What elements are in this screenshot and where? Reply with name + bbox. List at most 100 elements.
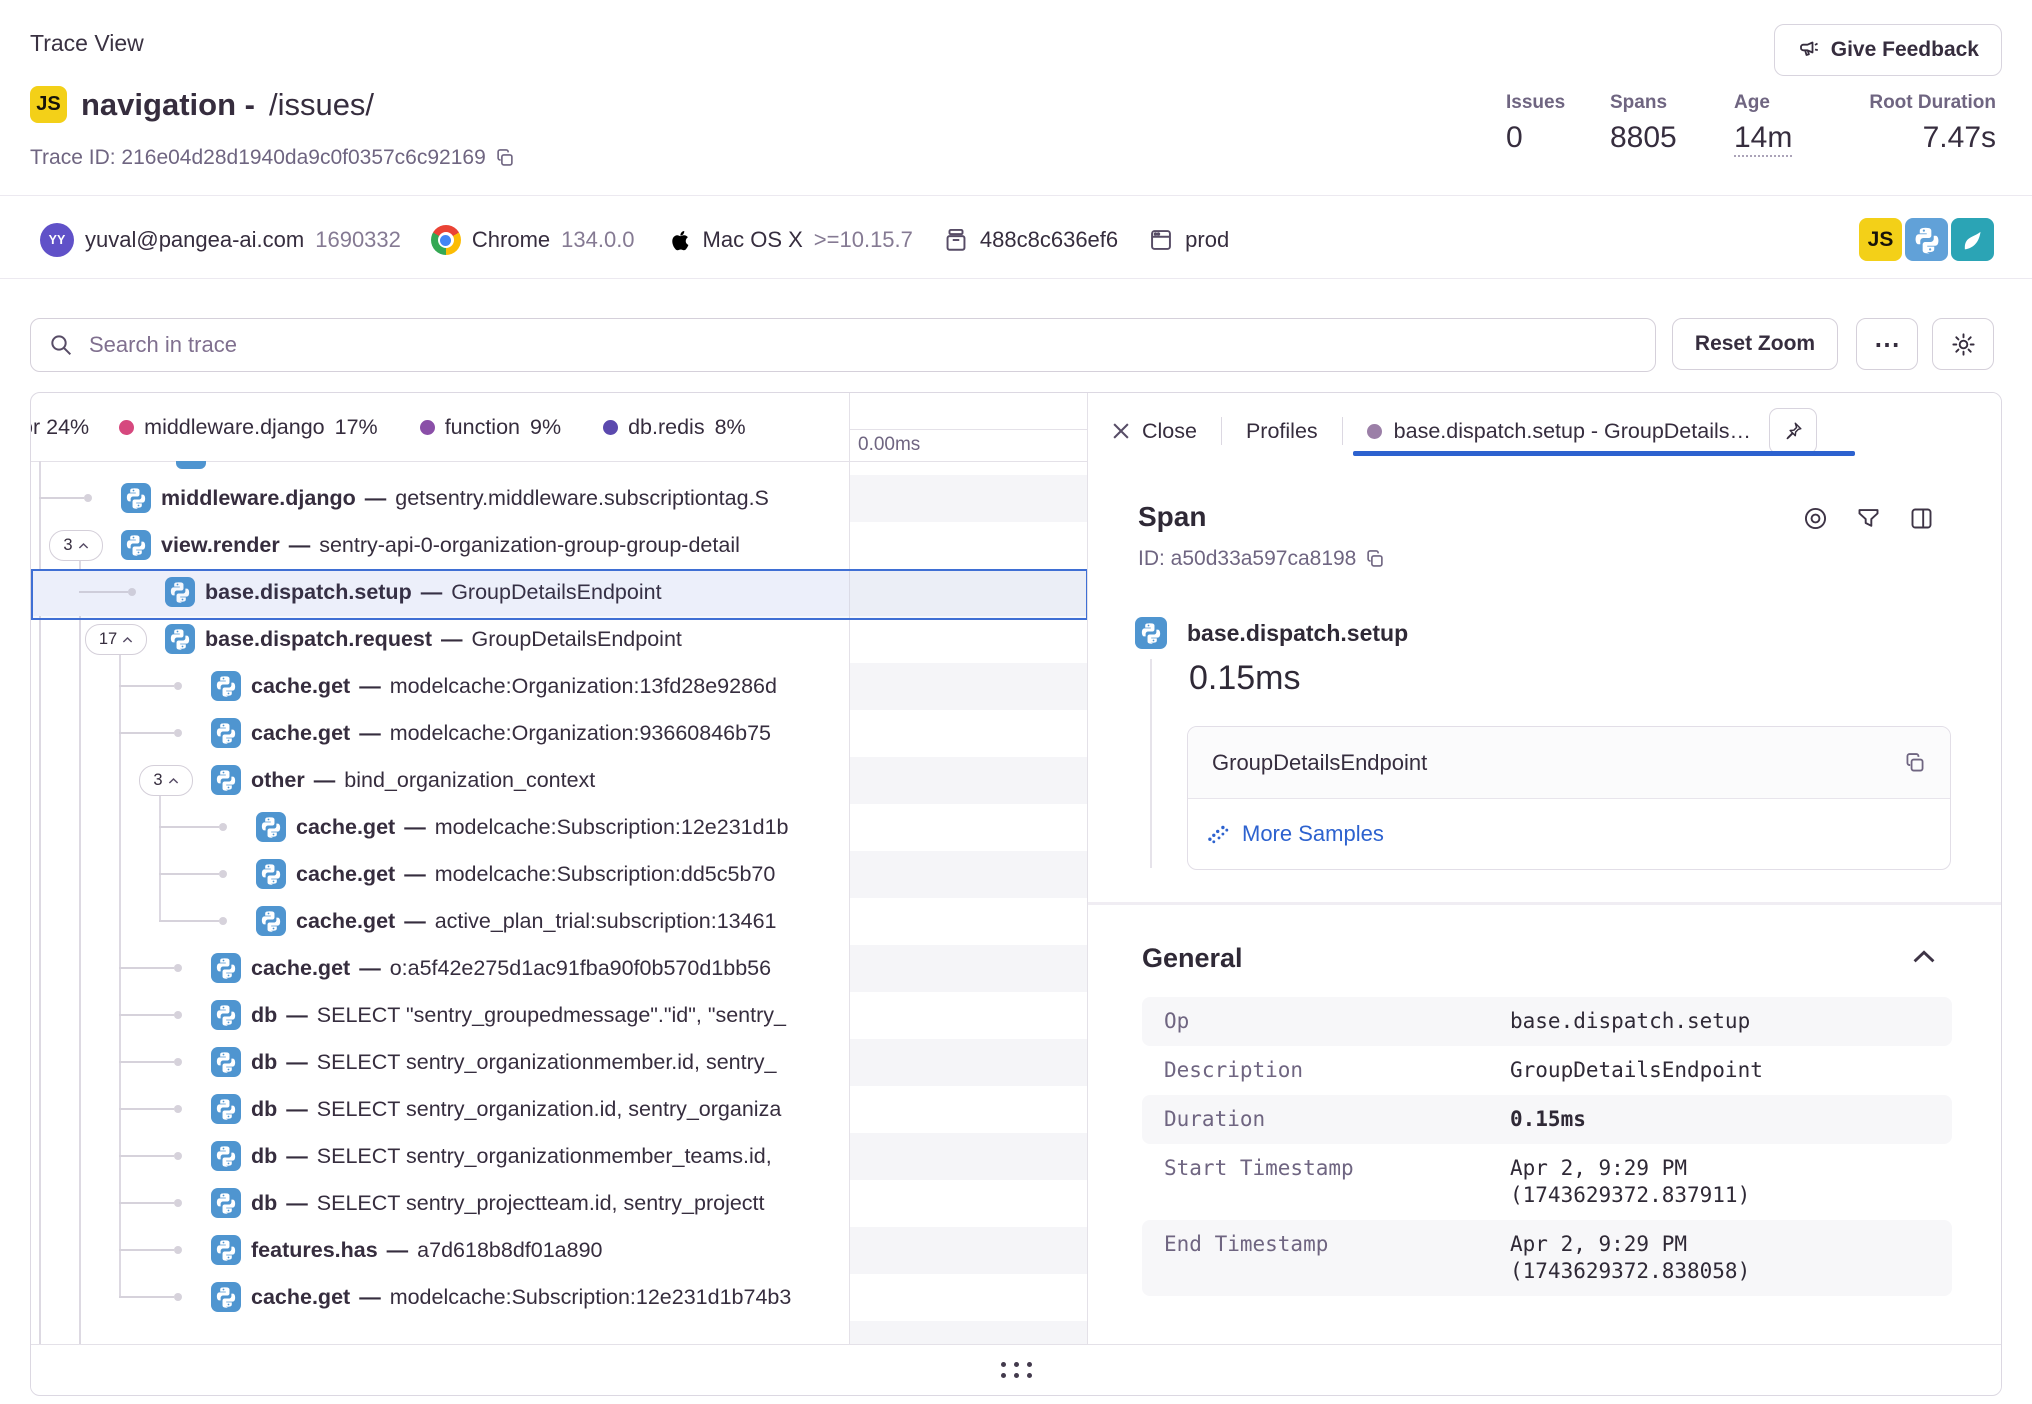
python-icon: [211, 1235, 241, 1265]
device-icon: [943, 227, 969, 253]
span-label: cache.get—modelcache:Organization:13fd28…: [251, 663, 849, 710]
span-detail-panel: Close Profiles base.dispatch.setup - Gro…: [1087, 393, 2002, 1344]
tree-connector-dot: [174, 1293, 182, 1301]
tree-connector-dot: [174, 1105, 182, 1113]
give-feedback-button[interactable]: Give Feedback: [1774, 24, 2002, 76]
trace-view-page: Trace View Give Feedback JS navigation -…: [0, 0, 2032, 1404]
table-value: base.dispatch.setup: [1510, 1008, 1930, 1035]
pin-tab-button[interactable]: [1769, 408, 1817, 454]
browser-name: Chrome: [472, 227, 550, 253]
more-options-button[interactable]: ⋯: [1856, 318, 1918, 370]
tree-row[interactable]: features.has—a7d618b8df01a890: [31, 1227, 849, 1274]
tree-row[interactable]: db—SELECT sentry_organizationmember_team…: [31, 1133, 849, 1180]
general-table-row: Duration0.15ms: [1142, 1095, 1952, 1144]
tree-connector-dot: [174, 1152, 182, 1160]
time-axis-label: 0.00ms: [858, 434, 920, 456]
settings-button[interactable]: [1932, 318, 1994, 370]
python-icon: [211, 718, 241, 748]
tree-connector: [39, 497, 84, 499]
tree-row[interactable]: middleware.django—getsentry.middleware.s…: [31, 475, 849, 522]
copy-icon[interactable]: [1904, 752, 1926, 774]
tree-connector-dot: [128, 588, 136, 596]
tree-row[interactable]: db—SELECT sentry_organizationmember.id, …: [31, 1039, 849, 1086]
table-value: GroupDetailsEndpoint: [1510, 1057, 1930, 1084]
tree-connector: [119, 1296, 174, 1298]
tab-active-span[interactable]: base.dispatch.setup - GroupDetails…: [1367, 419, 1751, 444]
python-icon: [256, 859, 286, 889]
tree-connector-dot: [219, 823, 227, 831]
tree-row[interactable]: 17base.dispatch.request—GroupDetailsEndp…: [31, 616, 849, 663]
python-icon: [211, 765, 241, 795]
tree-row[interactable]: 3 other—bind_organization_context: [31, 757, 849, 804]
focus-icon[interactable]: [1802, 505, 1829, 532]
search-bar: [30, 318, 1656, 372]
tree-row[interactable]: cache.get—modelcache:Organization:936608…: [31, 710, 849, 757]
tree-connector: [159, 826, 219, 828]
python-icon: [165, 624, 195, 654]
stat-issues: Issues0: [1506, 92, 1596, 155]
table-value: Apr 2, 9:29 PM(1743629372.838058): [1510, 1231, 1930, 1285]
span-section-title: Span: [1138, 501, 1206, 533]
span-duration: 0.15ms: [1189, 659, 1301, 698]
tree-row[interactable]: 3view.render—sentry-api-0-organization-g…: [31, 522, 849, 569]
tree-row[interactable]: db—SELECT "sentry_groupedmessage"."id", …: [31, 992, 849, 1039]
span-label: db—SELECT sentry_organizationmember_team…: [251, 1133, 849, 1180]
tree-row[interactable]: cache.get—modelcache:Subscription:12e231…: [31, 1274, 849, 1321]
span-label: db—SELECT "sentry_groupedmessage"."id", …: [251, 992, 849, 1039]
table-key: Op: [1164, 1008, 1510, 1035]
clipped-span-row: [176, 461, 206, 469]
megaphone-icon: [1797, 38, 1821, 62]
tree-row[interactable]: base.dispatch.setup—GroupDetailsEndpoint: [31, 569, 849, 616]
table-key: Start Timestamp: [1164, 1155, 1510, 1209]
chevron-up-icon[interactable]: [1912, 949, 1936, 965]
tree-connector: [119, 1202, 174, 1204]
tab-profiles[interactable]: Profiles: [1246, 419, 1318, 444]
close-icon: [1110, 420, 1132, 442]
copy-icon[interactable]: [495, 148, 515, 168]
more-samples-link[interactable]: More Samples: [1206, 821, 1384, 847]
tree-connector-dot: [219, 870, 227, 878]
python-icon: [211, 1094, 241, 1124]
tree-row[interactable]: db—SELECT sentry_projectteam.id, sentry_…: [31, 1180, 849, 1227]
tree-connector: [119, 1249, 174, 1251]
python-icon: [121, 483, 151, 513]
collapse-chip[interactable]: 17: [85, 624, 147, 655]
span-label: other—bind_organization_context: [251, 757, 849, 804]
python-icon: [256, 906, 286, 936]
divider: [1088, 902, 2002, 905]
close-tab-button[interactable]: Close: [1110, 419, 1197, 444]
tree-row[interactable]: cache.get—modelcache:Subscription:dd5c5b…: [31, 851, 849, 898]
drag-handle[interactable]: [1001, 1362, 1032, 1378]
tree-row[interactable]: cache.get—modelcache:Subscription:12e231…: [31, 804, 849, 851]
copy-icon[interactable]: [1365, 549, 1385, 569]
span-label: cache.get—modelcache:Subscription:12e231…: [296, 804, 849, 851]
funnel-icon[interactable]: [1855, 505, 1882, 532]
tree-row[interactable]: cache.get—modelcache:Organization:13fd28…: [31, 663, 849, 710]
span-label: db—SELECT sentry_projectteam.id, sentry_…: [251, 1180, 849, 1227]
python-icon: [211, 1188, 241, 1218]
span-description-value: GroupDetailsEndpoint: [1212, 750, 1427, 776]
span-label: cache.get—o:a5f42e275d1ac91fba90f0b570d1…: [251, 945, 849, 992]
reset-zoom-button[interactable]: Reset Zoom: [1672, 318, 1838, 370]
tree-row[interactable]: cache.get—o:a5f42e275d1ac91fba90f0b570d1…: [31, 945, 849, 992]
collapse-chip[interactable]: 3: [139, 765, 193, 796]
general-table-row: Opbase.dispatch.setup: [1142, 997, 1952, 1046]
browser-version: 134.0.0: [561, 227, 634, 253]
search-input[interactable]: [87, 331, 1655, 359]
collapse-chip[interactable]: 3: [49, 530, 103, 561]
span-label: features.has—a7d618b8df01a890: [251, 1227, 849, 1274]
span-label: cache.get—modelcache:Subscription:12e231…: [251, 1274, 849, 1321]
python-icon: [256, 812, 286, 842]
tree-row[interactable]: db—SELECT sentry_organization.id, sentry…: [31, 1086, 849, 1133]
platform-badge-js: JS: [30, 86, 67, 123]
span-id-label: ID: a50d33a597ca8198: [1138, 547, 1356, 571]
apple-icon: [665, 225, 692, 255]
os-version: >=10.15.7: [814, 227, 913, 253]
python-icon: [121, 530, 151, 560]
stat-root-duration: Root Duration7.47s: [1836, 92, 1996, 155]
general-table-row: DescriptionGroupDetailsEndpoint: [1142, 1046, 1952, 1095]
avatar: YY: [40, 223, 74, 257]
side-panel-icon[interactable]: [1908, 505, 1935, 532]
tree-row[interactable]: cache.get—active_plan_trial:subscription…: [31, 898, 849, 945]
tree-connector: [119, 1014, 174, 1016]
